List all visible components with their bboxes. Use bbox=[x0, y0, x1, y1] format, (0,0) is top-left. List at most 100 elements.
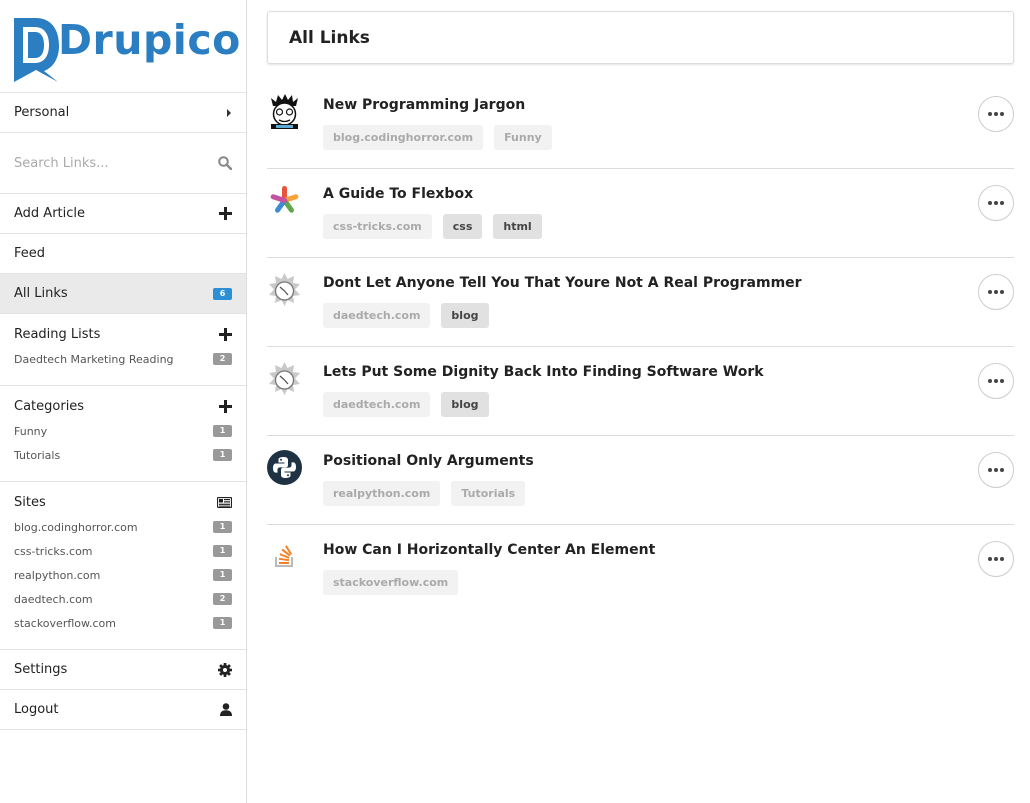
link-title[interactable]: A Guide To Flexbox bbox=[323, 186, 473, 202]
site-item-label: daedtech.com bbox=[14, 592, 93, 606]
stackoverflow-icon bbox=[275, 545, 293, 567]
link-tags: stackoverflow.com bbox=[323, 570, 459, 595]
site-tag[interactable]: stackoverflow.com bbox=[323, 570, 459, 595]
ellipsis-dot bbox=[1000, 468, 1004, 472]
logout-link[interactable]: Logout bbox=[0, 690, 246, 730]
category-tag[interactable]: css bbox=[442, 214, 483, 239]
link-title[interactable]: Dont Let Anyone Tell You That Youre Not … bbox=[323, 275, 802, 291]
categories-section: Categories Funny 1 Tutorials 1 bbox=[0, 386, 246, 482]
ellipsis-dot bbox=[1000, 557, 1004, 561]
ellipsis-dot bbox=[1000, 112, 1004, 116]
site-tag[interactable]: realpython.com bbox=[323, 481, 441, 506]
add-reading-list-plus-icon[interactable] bbox=[219, 327, 232, 341]
ellipsis-icon bbox=[988, 468, 992, 472]
link-tags: css-tricks.com css html bbox=[323, 214, 542, 239]
link-item[interactable]: Positional Only Arguments realpython.com… bbox=[267, 436, 1014, 525]
ellipsis-dot bbox=[1000, 290, 1004, 294]
feed-link[interactable]: Feed bbox=[0, 234, 246, 274]
link-title[interactable]: Lets Put Some Dignity Back Into Finding … bbox=[323, 364, 764, 380]
all-links-link[interactable]: All Links 6 bbox=[0, 274, 246, 314]
site-count-badge: 2 bbox=[213, 593, 232, 605]
site-item[interactable]: stackoverflow.com 1 bbox=[14, 611, 232, 635]
link-item[interactable]: A Guide To Flexbox css-tricks.com css ht… bbox=[267, 169, 1014, 258]
personal-label: Personal bbox=[14, 105, 70, 120]
sidebar: Drupico Personal Search Links... Add Art… bbox=[0, 0, 247, 803]
ellipsis-dot bbox=[1000, 201, 1004, 205]
ellipsis-dot bbox=[994, 557, 998, 561]
reading-lists-section: Reading Lists Daedtech Marketing Reading… bbox=[0, 314, 246, 386]
add-category-plus-icon[interactable] bbox=[219, 399, 232, 413]
link-tags: daedtech.com blog bbox=[323, 303, 489, 328]
site-item-label: blog.codinghorror.com bbox=[14, 520, 138, 534]
link-title[interactable]: Positional Only Arguments bbox=[323, 453, 534, 469]
link-item[interactable]: Dont Let Anyone Tell You That Youre Not … bbox=[267, 258, 1014, 347]
ellipsis-dot bbox=[994, 201, 998, 205]
link-title[interactable]: How Can I Horizontally Center An Element bbox=[323, 542, 655, 558]
more-options-button[interactable] bbox=[978, 185, 1014, 221]
more-options-button[interactable] bbox=[978, 452, 1014, 488]
category-item-label: Funny bbox=[14, 424, 48, 438]
site-tag[interactable]: daedtech.com bbox=[323, 392, 431, 417]
feed-label: Feed bbox=[14, 246, 46, 261]
settings-link[interactable]: Settings bbox=[0, 650, 246, 690]
drupico-logo-icon bbox=[14, 18, 59, 82]
more-options-button[interactable] bbox=[978, 274, 1014, 310]
category-tag[interactable]: html bbox=[493, 214, 542, 239]
categories-label: Categories bbox=[14, 398, 85, 414]
category-count-badge: 1 bbox=[213, 449, 232, 461]
page-title: All Links bbox=[289, 27, 370, 48]
logo[interactable]: Drupico bbox=[0, 0, 246, 93]
logout-label: Logout bbox=[14, 702, 59, 717]
link-item[interactable]: How Can I Horizontally Center An Element… bbox=[267, 525, 1014, 614]
ellipsis-dot bbox=[994, 468, 998, 472]
daedtech-icon bbox=[269, 273, 300, 306]
category-tag[interactable]: Funny bbox=[494, 125, 552, 150]
site-count-badge: 1 bbox=[213, 569, 232, 581]
link-item[interactable]: New Programming Jargon blog.codinghorror… bbox=[267, 80, 1014, 169]
caret-right-icon bbox=[227, 108, 231, 117]
ellipsis-dot bbox=[994, 379, 998, 383]
reading-list-item[interactable]: Daedtech Marketing Reading 2 bbox=[14, 347, 232, 371]
personal-menu[interactable]: Personal bbox=[0, 93, 246, 133]
sites-section: Sites blog.codinghorror.com 1 css-tricks… bbox=[0, 482, 246, 650]
add-article-button[interactable]: Add Article bbox=[0, 194, 246, 234]
ellipsis-icon bbox=[988, 290, 992, 294]
category-tag[interactable]: blog bbox=[441, 392, 489, 417]
reading-lists-label: Reading Lists bbox=[14, 326, 101, 342]
site-count-badge: 1 bbox=[213, 617, 232, 629]
category-count-badge: 1 bbox=[213, 425, 232, 437]
site-item[interactable]: css-tricks.com 1 bbox=[14, 539, 232, 563]
ellipsis-dot bbox=[1000, 379, 1004, 383]
site-count-badge: 1 bbox=[213, 521, 232, 533]
daedtech-icon bbox=[269, 362, 300, 395]
site-tag[interactable]: blog.codinghorror.com bbox=[323, 125, 484, 150]
gear-icon bbox=[218, 662, 232, 677]
link-title[interactable]: New Programming Jargon bbox=[323, 97, 525, 113]
category-tag[interactable]: blog bbox=[441, 303, 489, 328]
sites-label: Sites bbox=[14, 494, 46, 510]
search-box[interactable]: Search Links... bbox=[0, 133, 246, 194]
search-icon[interactable] bbox=[218, 156, 232, 170]
more-options-button[interactable] bbox=[978, 96, 1014, 132]
search-input[interactable]: Search Links... bbox=[14, 156, 109, 171]
category-item-funny[interactable]: Funny 1 bbox=[14, 419, 232, 443]
site-item-label: css-tricks.com bbox=[14, 544, 93, 558]
page-header: All Links bbox=[267, 11, 1014, 64]
css-tricks-icon bbox=[270, 186, 299, 213]
user-icon bbox=[220, 703, 232, 716]
ellipsis-icon bbox=[988, 557, 992, 561]
site-tag[interactable]: css-tricks.com bbox=[323, 214, 432, 239]
coding-horror-icon bbox=[267, 94, 302, 129]
site-item-label: stackoverflow.com bbox=[14, 616, 116, 630]
category-item-tutorials[interactable]: Tutorials 1 bbox=[14, 443, 232, 467]
site-item[interactable]: daedtech.com 2 bbox=[14, 587, 232, 611]
site-tag[interactable]: daedtech.com bbox=[323, 303, 431, 328]
site-item[interactable]: blog.codinghorror.com 1 bbox=[14, 515, 232, 539]
settings-label: Settings bbox=[14, 662, 68, 677]
site-item[interactable]: realpython.com 1 bbox=[14, 563, 232, 587]
more-options-button[interactable] bbox=[978, 363, 1014, 399]
more-options-button[interactable] bbox=[978, 541, 1014, 577]
newspaper-icon[interactable] bbox=[217, 496, 232, 508]
category-tag[interactable]: Tutorials bbox=[451, 481, 526, 506]
link-item[interactable]: Lets Put Some Dignity Back Into Finding … bbox=[267, 347, 1014, 436]
